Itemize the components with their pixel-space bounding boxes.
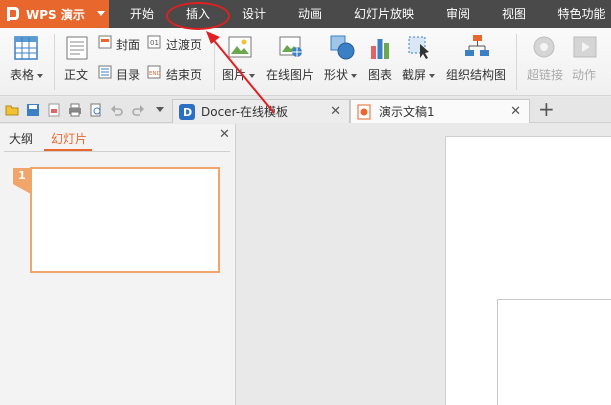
transition-page-button[interactable]: 过渡页 — [166, 36, 202, 53]
slide-thumbnail[interactable] — [30, 167, 220, 273]
tab-slides[interactable]: 幻灯片 — [51, 130, 87, 147]
cover-button[interactable]: 封面 — [116, 36, 140, 53]
presentation-file-icon — [357, 104, 371, 119]
chevron-down-icon — [351, 73, 358, 78]
chart-icon — [371, 39, 389, 59]
screenshot-icon — [408, 36, 429, 59]
action-button[interactable]: 动作 — [572, 66, 596, 83]
ending-page-icon: END — [147, 65, 161, 79]
table-label: 表格 — [10, 68, 35, 82]
slide-panel: 大纲 幻灯片 ✕ 1 — [0, 124, 236, 405]
hyperlink-icon — [533, 36, 555, 58]
svg-text:D: D — [183, 106, 192, 119]
screenshot-button[interactable]: 截屏 — [402, 66, 436, 83]
menu-tab-slideshow[interactable]: 幻灯片放映 — [344, 0, 424, 28]
toc-button[interactable]: 目录 — [116, 66, 140, 83]
body-button[interactable]: 正文 — [64, 66, 88, 83]
chevron-down-icon — [97, 11, 105, 16]
cover-icon — [98, 35, 112, 49]
menu-tab-design[interactable]: 设计 — [228, 0, 280, 28]
menu-tab-view[interactable]: 视图 — [492, 0, 536, 28]
export-pdf-icon[interactable] — [47, 103, 61, 117]
tab-presentation1[interactable]: 演示文稿1 ✕ — [350, 99, 530, 123]
wps-logo-icon — [6, 6, 20, 22]
menu-bar: WPS 演示 开始 插入 设计 动画 幻灯片放映 审阅 视图 特色功能 — [0, 0, 611, 28]
undo-icon[interactable] — [110, 103, 124, 117]
slide-editing-area — [237, 124, 611, 405]
action-icon — [573, 36, 597, 58]
close-icon[interactable]: ✕ — [510, 104, 521, 119]
new-tab-plus-icon[interactable]: + — [538, 97, 555, 121]
menu-tab-special[interactable]: 特色功能 — [552, 0, 611, 28]
close-icon[interactable]: ✕ — [330, 104, 341, 119]
print-icon[interactable] — [68, 103, 82, 117]
document-tab-bar: D Docer-在线模板 ✕ 演示文稿1 ✕ + — [0, 97, 611, 123]
body-slide-icon — [66, 36, 88, 60]
chart-button[interactable]: 图表 — [368, 66, 392, 83]
print-preview-icon[interactable] — [89, 103, 103, 117]
svg-text:01: 01 — [150, 39, 159, 47]
annotation-circle — [166, 2, 230, 30]
ribbon-separator — [54, 34, 55, 90]
app-name: WPS 演示 — [26, 7, 85, 22]
app-menu-button[interactable]: WPS 演示 — [0, 0, 109, 28]
chevron-down-icon — [249, 73, 256, 78]
redo-icon[interactable] — [131, 103, 145, 117]
hyperlink-button[interactable]: 超链接 — [527, 66, 563, 83]
picture-button[interactable]: 图片 — [222, 66, 256, 83]
tab-label: Docer-在线模板 — [201, 105, 289, 119]
customize-dropdown-icon[interactable] — [155, 106, 169, 120]
transition-page-icon: 01 — [147, 35, 161, 49]
picture-icon — [228, 36, 252, 58]
org-chart-icon — [465, 35, 489, 56]
close-icon[interactable]: ✕ — [219, 127, 230, 142]
open-folder-icon[interactable] — [5, 103, 19, 117]
menu-tab-review[interactable]: 审阅 — [436, 0, 480, 28]
online-picture-icon — [279, 36, 302, 57]
shape-button[interactable]: 形状 — [324, 66, 358, 83]
toc-icon — [98, 65, 112, 79]
slide-number-badge: 1 — [13, 168, 31, 194]
docer-icon: D — [179, 103, 195, 120]
picture-label: 图片 — [222, 68, 247, 82]
svg-text:END: END — [149, 71, 161, 77]
online-picture-button[interactable]: 在线图片 — [266, 66, 314, 83]
ribbon-insert: 表格 正文 封面 目录 01 过渡页 END 结束页 图片 在线图片 形状 图表… — [0, 28, 611, 96]
tab-outline[interactable]: 大纲 — [9, 130, 33, 147]
shape-icon — [330, 35, 355, 60]
ending-page-button[interactable]: 结束页 — [166, 66, 202, 83]
panel-divider — [4, 151, 230, 152]
chevron-down-icon — [429, 73, 436, 78]
chevron-down-icon — [37, 73, 44, 78]
screenshot-label: 截屏 — [402, 68, 427, 82]
table-button[interactable]: 表格 — [10, 66, 44, 83]
ribbon-separator — [516, 34, 517, 90]
menu-tab-animation[interactable]: 动画 — [284, 0, 336, 28]
tab-docer-templates[interactable]: D Docer-在线模板 ✕ — [172, 99, 350, 123]
org-chart-button[interactable]: 组织结构图 — [446, 66, 506, 83]
tab-label: 演示文稿1 — [379, 105, 435, 119]
placeholder-box[interactable] — [497, 299, 611, 405]
table-icon — [14, 36, 38, 60]
save-icon[interactable] — [26, 103, 40, 117]
menu-tab-home[interactable]: 开始 — [116, 0, 168, 28]
shape-label: 形状 — [324, 68, 349, 82]
ribbon-separator — [214, 34, 215, 90]
